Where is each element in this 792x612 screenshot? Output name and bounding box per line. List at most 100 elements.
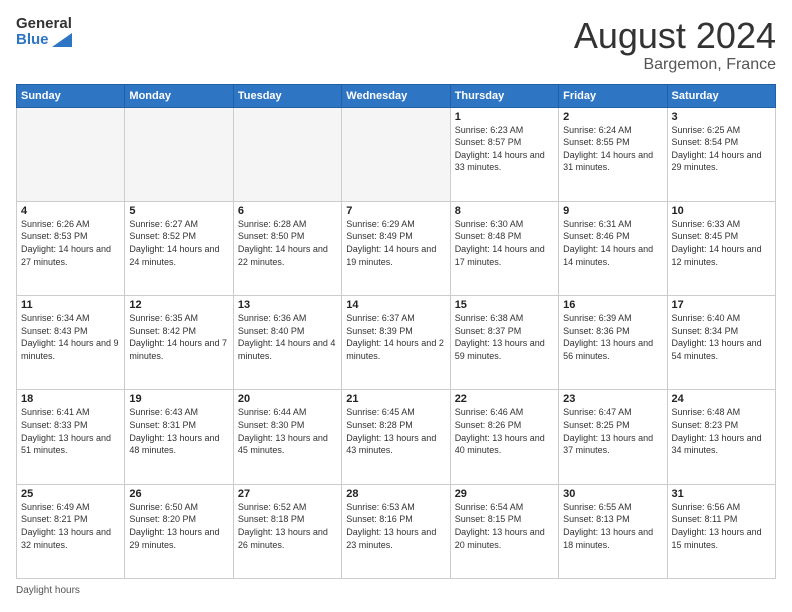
table-row: [125, 107, 233, 201]
day-number: 31: [672, 488, 771, 500]
table-row: 11Sunrise: 6:34 AMSunset: 8:43 PMDayligh…: [17, 296, 125, 390]
table-row: 6Sunrise: 6:28 AMSunset: 8:50 PMDaylight…: [233, 201, 341, 295]
info-line: Daylight: 14 hours and 12 minutes.: [672, 243, 771, 268]
day-info: Sunrise: 6:29 AMSunset: 8:49 PMDaylight:…: [346, 218, 445, 268]
day-number: 24: [672, 393, 771, 405]
main-title: August 2024: [574, 16, 776, 56]
table-row: 14Sunrise: 6:37 AMSunset: 8:39 PMDayligh…: [342, 296, 450, 390]
info-line: Sunset: 8:15 PM: [455, 513, 554, 526]
table-row: 28Sunrise: 6:53 AMSunset: 8:16 PMDayligh…: [342, 484, 450, 578]
day-number: 11: [21, 299, 120, 311]
info-line: Sunrise: 6:55 AM: [563, 501, 662, 514]
info-line: Daylight: 14 hours and 24 minutes.: [129, 243, 228, 268]
info-line: Sunrise: 6:52 AM: [238, 501, 337, 514]
info-line: Sunset: 8:48 PM: [455, 230, 554, 243]
info-line: Daylight: 14 hours and 17 minutes.: [455, 243, 554, 268]
day-number: 23: [563, 393, 662, 405]
info-line: Daylight: 13 hours and 37 minutes.: [563, 432, 662, 457]
info-line: Sunrise: 6:48 AM: [672, 406, 771, 419]
day-number: 27: [238, 488, 337, 500]
info-line: Daylight: 13 hours and 54 minutes.: [672, 337, 771, 362]
day-number: 29: [455, 488, 554, 500]
header-tuesday: Tuesday: [233, 84, 341, 107]
info-line: Sunset: 8:31 PM: [129, 419, 228, 432]
info-line: Sunset: 8:53 PM: [21, 230, 120, 243]
day-number: 4: [21, 205, 120, 217]
table-row: 9Sunrise: 6:31 AMSunset: 8:46 PMDaylight…: [559, 201, 667, 295]
table-row: 15Sunrise: 6:38 AMSunset: 8:37 PMDayligh…: [450, 296, 558, 390]
header: General Blue August 2024 Bargemon, Franc…: [16, 16, 776, 74]
info-line: Daylight: 14 hours and 7 minutes.: [129, 337, 228, 362]
day-number: 16: [563, 299, 662, 311]
day-info: Sunrise: 6:30 AMSunset: 8:48 PMDaylight:…: [455, 218, 554, 268]
day-info: Sunrise: 6:45 AMSunset: 8:28 PMDaylight:…: [346, 406, 445, 456]
header-monday: Monday: [125, 84, 233, 107]
logo-bird-icon: [52, 33, 72, 47]
info-line: Sunrise: 6:24 AM: [563, 124, 662, 137]
day-number: 10: [672, 205, 771, 217]
day-number: 26: [129, 488, 228, 500]
info-line: Sunrise: 6:29 AM: [346, 218, 445, 231]
day-info: Sunrise: 6:24 AMSunset: 8:55 PMDaylight:…: [563, 124, 662, 174]
day-info: Sunrise: 6:46 AMSunset: 8:26 PMDaylight:…: [455, 406, 554, 456]
table-row: 18Sunrise: 6:41 AMSunset: 8:33 PMDayligh…: [17, 390, 125, 484]
table-row: 29Sunrise: 6:54 AMSunset: 8:15 PMDayligh…: [450, 484, 558, 578]
info-line: Sunrise: 6:26 AM: [21, 218, 120, 231]
day-number: 15: [455, 299, 554, 311]
day-info: Sunrise: 6:39 AMSunset: 8:36 PMDaylight:…: [563, 312, 662, 362]
info-line: Daylight: 13 hours and 18 minutes.: [563, 526, 662, 551]
info-line: Sunrise: 6:34 AM: [21, 312, 120, 325]
footer: Daylight hours: [16, 585, 776, 596]
day-info: Sunrise: 6:25 AMSunset: 8:54 PMDaylight:…: [672, 124, 771, 174]
info-line: Sunrise: 6:39 AM: [563, 312, 662, 325]
info-line: Daylight: 14 hours and 29 minutes.: [672, 149, 771, 174]
table-row: 17Sunrise: 6:40 AMSunset: 8:34 PMDayligh…: [667, 296, 775, 390]
day-info: Sunrise: 6:33 AMSunset: 8:45 PMDaylight:…: [672, 218, 771, 268]
table-row: 2Sunrise: 6:24 AMSunset: 8:55 PMDaylight…: [559, 107, 667, 201]
day-number: 6: [238, 205, 337, 217]
info-line: Sunrise: 6:33 AM: [672, 218, 771, 231]
info-line: Sunrise: 6:25 AM: [672, 124, 771, 137]
day-number: 22: [455, 393, 554, 405]
info-line: Daylight: 13 hours and 51 minutes.: [21, 432, 120, 457]
info-line: Daylight: 13 hours and 56 minutes.: [563, 337, 662, 362]
info-line: Sunrise: 6:49 AM: [21, 501, 120, 514]
day-number: 20: [238, 393, 337, 405]
info-line: Sunrise: 6:54 AM: [455, 501, 554, 514]
day-number: 12: [129, 299, 228, 311]
info-line: Sunrise: 6:41 AM: [21, 406, 120, 419]
day-number: 5: [129, 205, 228, 217]
info-line: Sunset: 8:43 PM: [21, 325, 120, 338]
table-row: 16Sunrise: 6:39 AMSunset: 8:36 PMDayligh…: [559, 296, 667, 390]
day-number: 30: [563, 488, 662, 500]
table-row: 25Sunrise: 6:49 AMSunset: 8:21 PMDayligh…: [17, 484, 125, 578]
info-line: Daylight: 13 hours and 45 minutes.: [238, 432, 337, 457]
table-row: 27Sunrise: 6:52 AMSunset: 8:18 PMDayligh…: [233, 484, 341, 578]
page: General Blue August 2024 Bargemon, Franc…: [0, 0, 792, 612]
day-info: Sunrise: 6:23 AMSunset: 8:57 PMDaylight:…: [455, 124, 554, 174]
info-line: Sunset: 8:28 PM: [346, 419, 445, 432]
day-info: Sunrise: 6:26 AMSunset: 8:53 PMDaylight:…: [21, 218, 120, 268]
day-info: Sunrise: 6:34 AMSunset: 8:43 PMDaylight:…: [21, 312, 120, 362]
info-line: Sunset: 8:26 PM: [455, 419, 554, 432]
info-line: Sunset: 8:34 PM: [672, 325, 771, 338]
table-row: 21Sunrise: 6:45 AMSunset: 8:28 PMDayligh…: [342, 390, 450, 484]
day-info: Sunrise: 6:56 AMSunset: 8:11 PMDaylight:…: [672, 501, 771, 551]
info-line: Sunrise: 6:53 AM: [346, 501, 445, 514]
info-line: Sunset: 8:55 PM: [563, 136, 662, 149]
info-line: Daylight: 13 hours and 26 minutes.: [238, 526, 337, 551]
info-line: Sunset: 8:45 PM: [672, 230, 771, 243]
table-row: 1Sunrise: 6:23 AMSunset: 8:57 PMDaylight…: [450, 107, 558, 201]
day-info: Sunrise: 6:37 AMSunset: 8:39 PMDaylight:…: [346, 312, 445, 362]
info-line: Daylight: 14 hours and 4 minutes.: [238, 337, 337, 362]
info-line: Sunrise: 6:30 AM: [455, 218, 554, 231]
info-line: Sunset: 8:40 PM: [238, 325, 337, 338]
info-line: Daylight: 14 hours and 19 minutes.: [346, 243, 445, 268]
day-number: 7: [346, 205, 445, 217]
info-line: Sunset: 8:33 PM: [21, 419, 120, 432]
info-line: Sunset: 8:42 PM: [129, 325, 228, 338]
day-number: 3: [672, 111, 771, 123]
table-row: 19Sunrise: 6:43 AMSunset: 8:31 PMDayligh…: [125, 390, 233, 484]
info-line: Sunrise: 6:40 AM: [672, 312, 771, 325]
table-row: [17, 107, 125, 201]
